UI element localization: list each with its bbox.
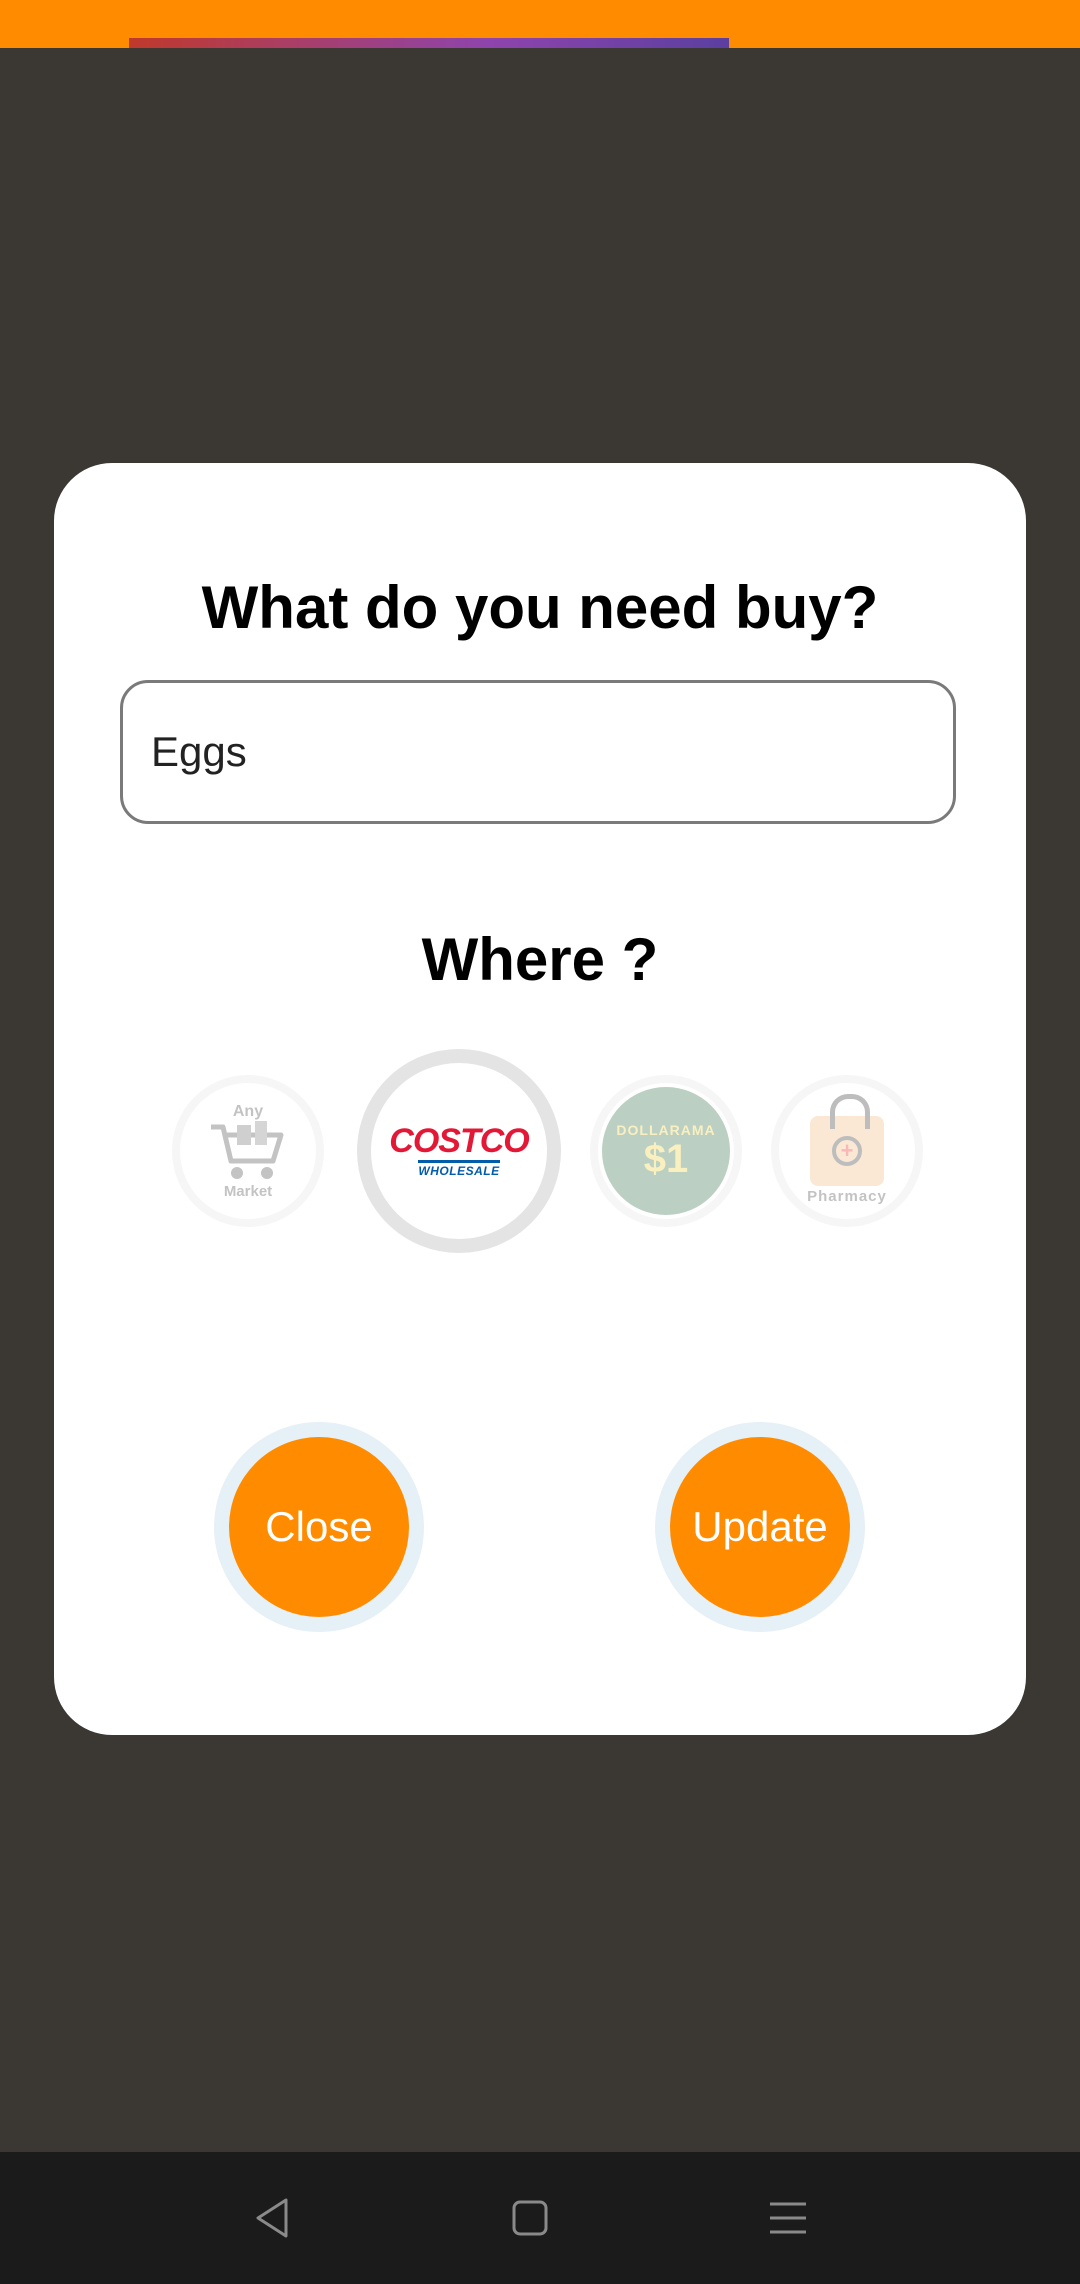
dollarama-logo: DOLLARAMA $1 <box>602 1087 730 1215</box>
update-button[interactable]: Update <box>670 1437 850 1617</box>
back-triangle-icon <box>256 2198 288 2238</box>
item-name-input[interactable] <box>120 680 956 824</box>
store-option-pharmacy[interactable]: + Pharmacy <box>771 1075 923 1227</box>
recents-button[interactable] <box>742 2172 834 2264</box>
dialog-title: What do you need buy? <box>201 574 879 641</box>
close-button[interactable]: Close <box>229 1437 409 1617</box>
menu-lines-icon <box>770 2202 806 2234</box>
pharmacy-label: Pharmacy <box>807 1187 887 1205</box>
costco-logo: COSTCO WHOLESALE <box>389 1122 529 1178</box>
home-square-icon <box>512 2200 548 2236</box>
update-button-halo: Update <box>655 1422 865 1632</box>
dollarama-logo-word: DOLLARAMA <box>616 1122 716 1138</box>
add-item-dialog: What do you need buy? Where ? Any Market… <box>54 463 1026 1735</box>
shopping-cart-icon <box>211 1120 284 1179</box>
any-market-logo: Any Market <box>209 1103 287 1200</box>
costco-logo-word: COSTCO <box>389 1122 529 1160</box>
any-market-line2: Market <box>223 1182 273 1200</box>
pharmacy-bag-icon: + <box>810 1093 884 1186</box>
system-navigation-bar <box>0 2152 1080 2284</box>
store-option-any-market[interactable]: Any Market <box>172 1075 324 1227</box>
home-button[interactable] <box>484 2172 576 2264</box>
store-option-dollarama[interactable]: DOLLARAMA $1 <box>590 1075 742 1227</box>
where-title: Where ? <box>421 926 659 993</box>
close-button-halo: Close <box>214 1422 424 1632</box>
back-button[interactable] <box>226 2172 318 2264</box>
costco-logo-subtitle: WHOLESALE <box>418 1160 500 1178</box>
any-market-line1: Any <box>232 1102 264 1120</box>
background-banner <box>129 38 729 48</box>
store-option-costco[interactable]: COSTCO WHOLESALE <box>357 1049 561 1253</box>
dollarama-logo-price: $1 <box>643 1137 689 1181</box>
pharmacy-logo: + Pharmacy <box>807 1093 887 1205</box>
